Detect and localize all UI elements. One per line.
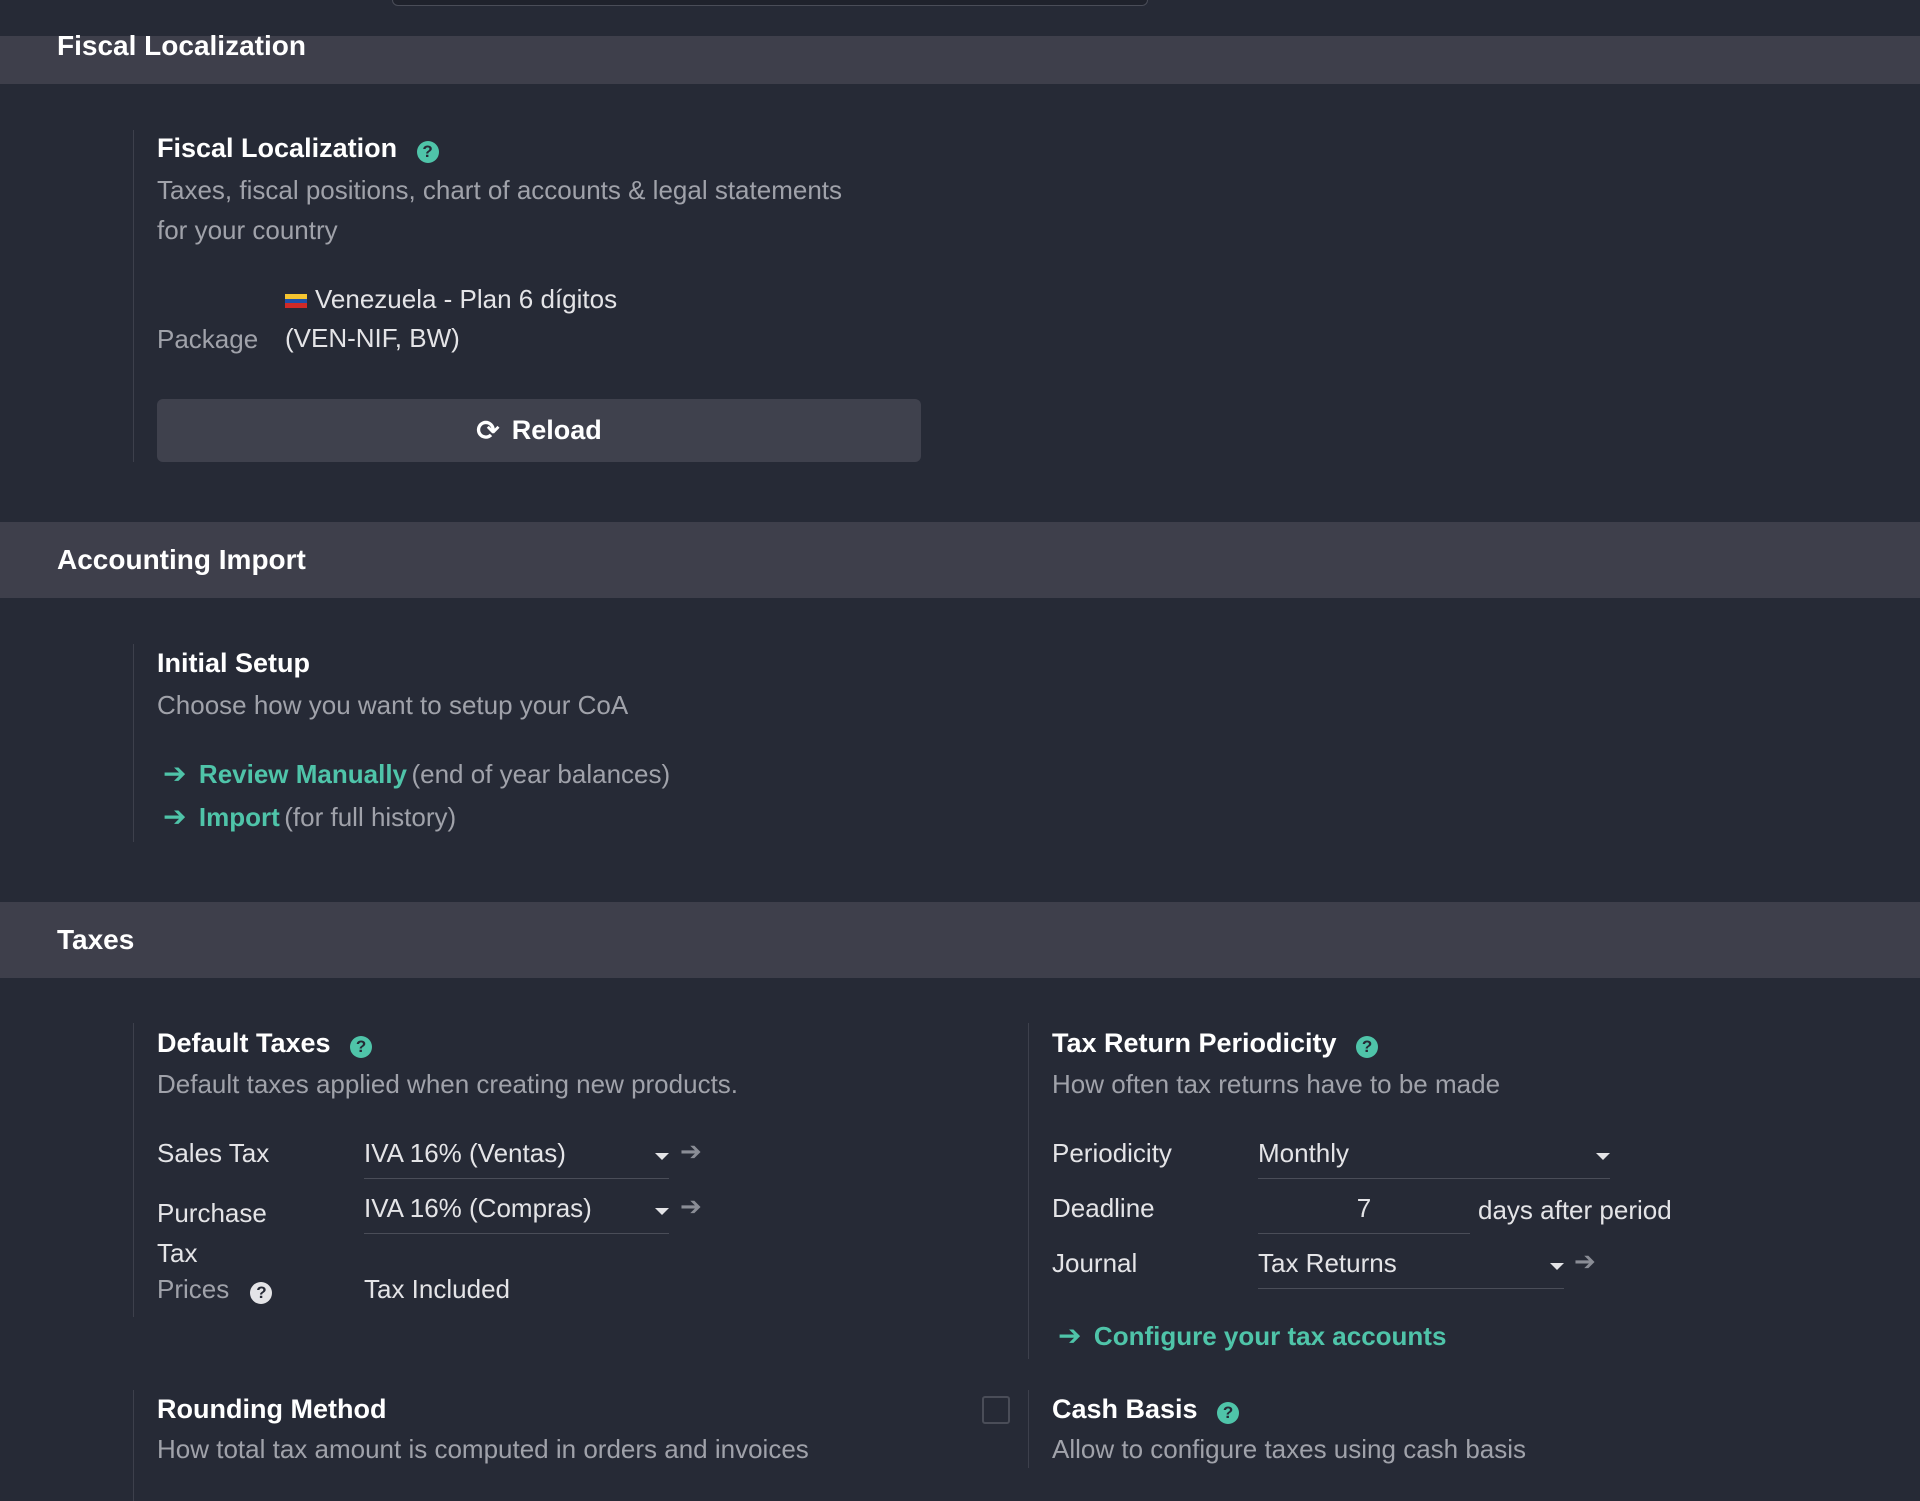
sales-tax-label: Sales Tax: [157, 1138, 270, 1168]
default-taxes-title: Default Taxes ?: [157, 1028, 373, 1059]
purchase-tax-select[interactable]: IVA 16% (Compras): [364, 1193, 669, 1234]
review-manually-link[interactable]: Review Manually: [199, 759, 407, 789]
configure-tax-accounts-link[interactable]: Configure your tax accounts: [1094, 1321, 1447, 1351]
divider-cash-basis: [1028, 1390, 1029, 1468]
help-icon[interactable]: ?: [350, 1036, 373, 1058]
divider-initial-setup: [133, 644, 134, 842]
rounding-title: Rounding Method: [157, 1394, 387, 1424]
external-link-arrow-icon[interactable]: ➔: [680, 1191, 702, 1222]
section-title-import: Accounting Import: [57, 544, 306, 575]
purchase-tax-value: IVA 16% (Compras): [364, 1193, 592, 1223]
configure-tax-accounts-row: ➔ Configure your tax accounts: [1058, 1319, 1446, 1352]
external-link-arrow-icon[interactable]: ➔: [680, 1136, 702, 1167]
prices-value[interactable]: Tax Included: [364, 1274, 510, 1305]
section-bar-import: Accounting Import: [0, 522, 1920, 598]
purchase-tax-label-line2: Tax: [157, 1238, 198, 1268]
review-manually-note: (end of year balances): [411, 759, 671, 789]
cash-basis-description: Allow to configure taxes using cash basi…: [1052, 1434, 1527, 1464]
chevron-down-icon: [1596, 1153, 1610, 1160]
package-value-line2: (VEN-NIF, BW): [285, 323, 460, 353]
chevron-down-icon: [655, 1153, 669, 1160]
divider-periodicity: [1028, 1023, 1029, 1359]
refresh-icon: ⟳: [476, 415, 500, 446]
periodicity-title: Tax Return Periodicity ?: [1052, 1028, 1379, 1059]
package-value[interactable]: Venezuela - Plan 6 dígitos (VEN-NIF, BW): [285, 284, 617, 354]
deadline-suffix: days after period: [1478, 1195, 1672, 1225]
section-bar-taxes: Taxes: [0, 902, 1920, 978]
prices-label-text: Prices: [157, 1274, 230, 1304]
arrow-right-icon: ➔: [163, 801, 187, 832]
package-value-line1: Venezuela - Plan 6 dígitos: [315, 284, 618, 314]
periodicity-title-text: Tax Return Periodicity: [1052, 1028, 1337, 1058]
periodicity-label: Periodicity: [1052, 1138, 1172, 1168]
initial-setup-description: Choose how you want to setup your CoA: [157, 690, 629, 720]
purchase-tax-label-line1: Purchase: [157, 1198, 267, 1228]
divider-default-taxes: [133, 1023, 134, 1317]
periodicity-value: Monthly: [1258, 1138, 1350, 1168]
help-icon[interactable]: ?: [250, 1282, 273, 1304]
reload-button[interactable]: ⟳ Reload: [157, 399, 921, 462]
help-icon[interactable]: ?: [1356, 1036, 1379, 1058]
cash-basis-title-text: Cash Basis: [1052, 1394, 1198, 1424]
fiscal-title: Fiscal Localization ?: [157, 133, 439, 164]
journal-label: Journal: [1052, 1248, 1138, 1278]
fiscal-title-text: Fiscal Localization: [157, 133, 398, 163]
fiscal-description: Taxes, fiscal positions, chart of accoun…: [157, 170, 842, 250]
purchase-tax-label: Purchase Tax: [157, 1193, 267, 1273]
deadline-input[interactable]: 7: [1258, 1193, 1470, 1234]
default-taxes-title-text: Default Taxes: [157, 1028, 331, 1058]
journal-select[interactable]: Tax Returns: [1258, 1248, 1564, 1289]
fiscal-desc-line1: Taxes, fiscal positions, chart of accoun…: [157, 175, 843, 205]
cash-basis-title: Cash Basis ?: [1052, 1394, 1240, 1425]
sales-tax-select[interactable]: IVA 16% (Ventas): [364, 1138, 669, 1179]
periodicity-select[interactable]: Monthly: [1258, 1138, 1610, 1179]
divider-rounding: [133, 1390, 134, 1501]
section-title-taxes: Taxes: [57, 924, 135, 955]
sales-tax-value: IVA 16% (Ventas): [364, 1138, 566, 1168]
periodicity-description: How often tax returns have to be made: [1052, 1069, 1501, 1099]
section-bar-fiscal: Fiscal Localization: [0, 30, 1920, 84]
venezuela-flag-icon: [285, 294, 307, 309]
arrow-right-icon: ➔: [1058, 1320, 1082, 1351]
import-row: ➔ Import (for full history): [163, 800, 456, 833]
external-link-arrow-icon[interactable]: ➔: [1574, 1246, 1596, 1277]
arrow-right-icon: ➔: [163, 758, 187, 789]
divider-fiscal: [133, 130, 134, 462]
import-link[interactable]: Import: [199, 802, 280, 832]
default-taxes-description: Default taxes applied when creating new …: [157, 1069, 739, 1099]
reload-button-label: Reload: [511, 415, 602, 445]
deadline-label: Deadline: [1052, 1193, 1155, 1223]
chevron-down-icon: [1550, 1263, 1564, 1270]
help-icon[interactable]: ?: [416, 141, 439, 163]
prices-label: Prices ?: [157, 1274, 273, 1305]
section-title-fiscal: Fiscal Localization: [57, 30, 306, 61]
help-icon[interactable]: ?: [1217, 1402, 1240, 1424]
top-search-input[interactable]: [392, 0, 1148, 6]
initial-setup-title: Initial Setup: [157, 648, 311, 678]
fiscal-desc-line2: for your country: [157, 215, 338, 245]
review-manually-row: ➔ Review Manually (end of year balances): [163, 757, 670, 790]
rounding-description: How total tax amount is computed in orde…: [157, 1434, 809, 1464]
journal-value: Tax Returns: [1258, 1248, 1397, 1278]
chevron-down-icon: [655, 1208, 669, 1215]
package-label: Package: [157, 324, 259, 354]
import-note: (for full history): [284, 802, 457, 832]
cash-basis-checkbox[interactable]: [982, 1396, 1010, 1424]
